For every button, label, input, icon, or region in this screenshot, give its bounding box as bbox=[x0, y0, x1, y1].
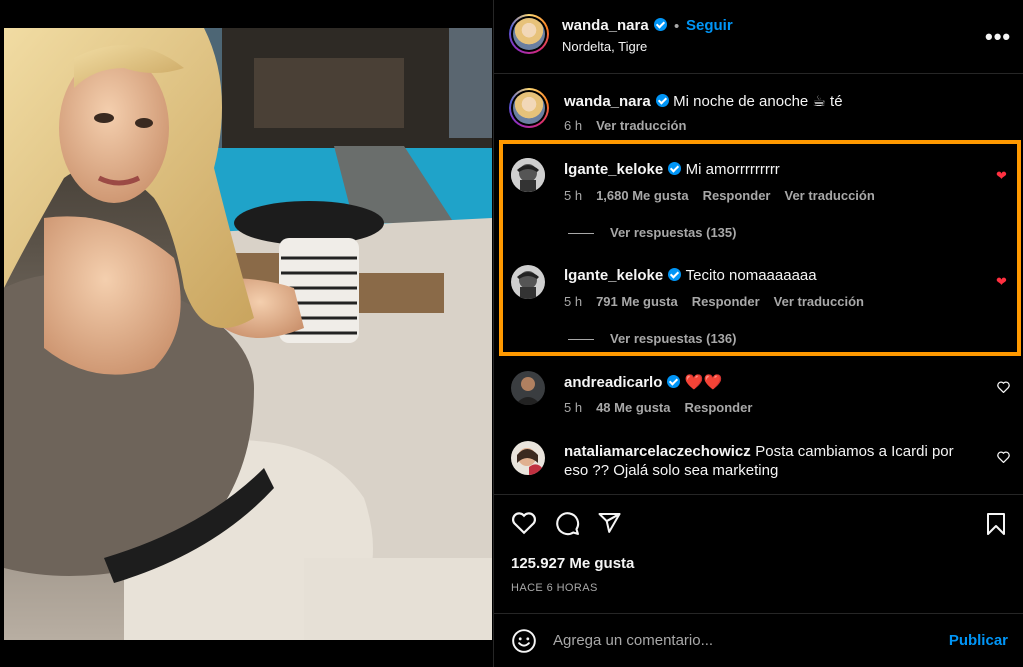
author-username[interactable]: wanda_nara bbox=[562, 17, 667, 34]
more-options-icon[interactable]: ••• bbox=[985, 26, 1011, 48]
author-avatar[interactable] bbox=[509, 14, 549, 54]
location-link[interactable]: Nordelta, Tigre bbox=[562, 39, 647, 54]
follow-button[interactable]: Seguir bbox=[686, 17, 733, 34]
comment-likes[interactable]: 48 Me gusta bbox=[596, 400, 670, 415]
publish-button[interactable]: Publicar bbox=[949, 632, 1008, 649]
comment-3-meta: 5 h 48 Me gusta Responder bbox=[564, 400, 752, 415]
caption-username[interactable]: wanda_nara bbox=[564, 93, 651, 110]
post-time: HACE 6 HORAS bbox=[511, 582, 598, 594]
caption-meta: 6 h Ver traducción bbox=[564, 118, 686, 133]
caption-translate[interactable]: Ver traducción bbox=[596, 118, 686, 133]
verified-badge-icon bbox=[653, 18, 667, 31]
comment-4-line-2: eso ?? Ojalá solo sea marketing bbox=[564, 462, 778, 480]
emoji-icon[interactable] bbox=[511, 628, 537, 654]
likes-count[interactable]: 125.927 Me gusta bbox=[511, 555, 634, 572]
caption-time: 6 h bbox=[564, 118, 583, 133]
commenter-avatar[interactable] bbox=[511, 441, 545, 475]
caption-text: Mi noche de anoche ☕ té bbox=[673, 93, 843, 110]
heart-icon[interactable] bbox=[997, 451, 1010, 463]
comment-text: ❤️❤️ bbox=[684, 374, 723, 391]
comment-4: nataliamarcelaczechowicz Posta cambiamos… bbox=[564, 443, 954, 461]
verified-badge-icon bbox=[655, 94, 669, 107]
comment-text-continued: eso ?? Ojalá solo sea marketing bbox=[564, 462, 779, 479]
heart-icon[interactable] bbox=[511, 511, 537, 535]
reply-button[interactable]: Responder bbox=[685, 400, 753, 415]
comment-time: 5 h bbox=[564, 400, 583, 415]
caption-author-avatar[interactable] bbox=[509, 88, 549, 128]
selfie-illustration bbox=[4, 28, 492, 640]
heart-icon[interactable] bbox=[997, 381, 1010, 393]
comment-username[interactable]: andreadicarlo bbox=[564, 374, 662, 391]
comment-icon[interactable] bbox=[555, 511, 580, 536]
commenter-avatar[interactable] bbox=[511, 371, 545, 405]
divider bbox=[494, 494, 1023, 495]
post-photo[interactable] bbox=[0, 0, 492, 667]
caption: wanda_nara Mi noche de anoche ☕ té bbox=[564, 92, 843, 111]
post-image[interactable] bbox=[4, 28, 492, 640]
verified-badge-icon bbox=[667, 375, 681, 388]
comment-3: andreadicarlo ❤️❤️ bbox=[564, 373, 722, 392]
comment-input[interactable]: Agrega un comentario... bbox=[553, 632, 713, 649]
comment-composer: Agrega un comentario... Publicar bbox=[494, 613, 1023, 667]
comment-username[interactable]: nataliamarcelaczechowicz bbox=[564, 443, 751, 460]
bookmark-icon[interactable] bbox=[986, 512, 1006, 536]
comment-text: Posta cambiamos a Icardi por bbox=[755, 443, 954, 460]
share-icon[interactable] bbox=[597, 511, 622, 535]
post-header: wanda_nara • Seguir Nordelta, Tigre ••• bbox=[494, 0, 1023, 74]
separator: • bbox=[674, 18, 680, 35]
highlight-box bbox=[499, 140, 1021, 356]
